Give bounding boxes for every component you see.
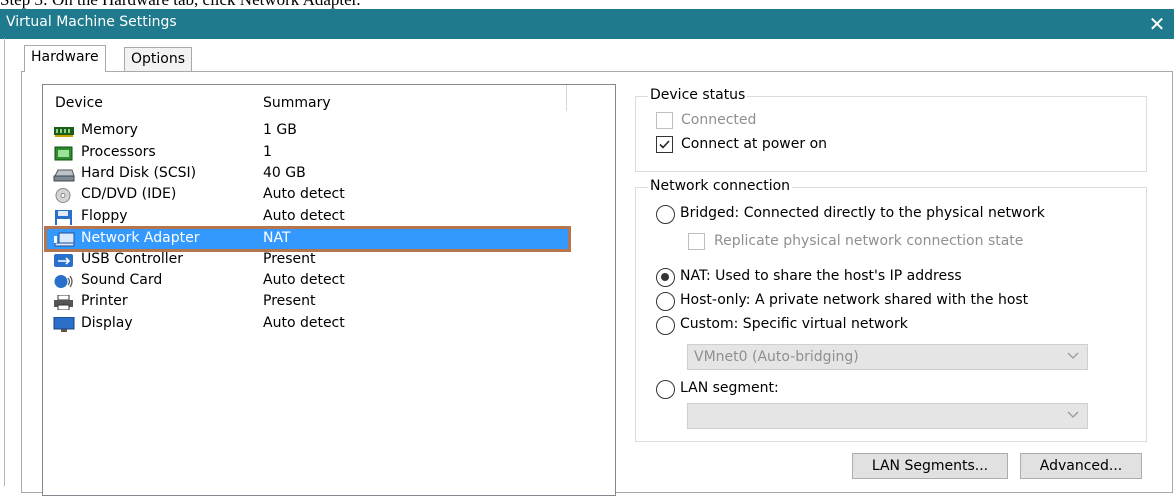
display-icon: [53, 317, 75, 332]
lan-segments-button[interactable]: LAN Segments...: [852, 453, 1008, 479]
checkmark-icon: [659, 140, 670, 149]
close-icon: ✕: [1148, 12, 1166, 36]
lan-segments-button-label: LAN Segments...: [871, 458, 989, 474]
network-adapter-icon: [54, 232, 75, 247]
device-row-network-adapter[interactable]: Network Adapter NAT: [43, 226, 615, 252]
device-row-memory[interactable]: Memory 1 GB: [43, 122, 615, 142]
device-column-header[interactable]: Device: [55, 95, 103, 111]
device-name: USB Controller: [81, 251, 184, 267]
hard-disk-icon: [53, 169, 75, 182]
device-summary: 1 GB: [263, 122, 297, 138]
device-summary: Auto detect: [263, 208, 345, 224]
nat-label: NAT: Used to share the host's IP address: [680, 268, 962, 284]
tab-options-label: Options: [131, 51, 186, 67]
cd-dvd-icon: [55, 188, 71, 203]
tab-options[interactable]: Options: [124, 47, 193, 72]
device-row-sound-card[interactable]: Sound Card Auto detect: [43, 272, 615, 292]
summary-column-header[interactable]: Summary: [263, 95, 331, 111]
replicate-checkbox[interactable]: [688, 233, 705, 250]
custom-radio[interactable]: [656, 316, 675, 335]
bridged-label: Bridged: Connected directly to the physi…: [680, 205, 1045, 221]
window-left-border: [4, 38, 5, 486]
device-row-printer[interactable]: Printer Present: [43, 293, 615, 313]
floppy-icon: [55, 210, 72, 225]
device-name: Sound Card: [81, 272, 163, 288]
nat-radio[interactable]: [656, 268, 675, 287]
device-status-label: Device status: [648, 87, 748, 103]
device-name: CD/DVD (IDE): [81, 186, 177, 202]
custom-label: Custom: Specific virtual network: [680, 316, 908, 332]
device-summary: 40 GB: [263, 165, 306, 181]
chevron-down-icon: [1067, 411, 1079, 418]
printer-icon: [54, 295, 73, 310]
tab-hardware[interactable]: Hardware: [24, 45, 106, 72]
window-title: Virtual Machine Settings: [6, 14, 177, 30]
advanced-button-label: Advanced...: [1039, 458, 1123, 474]
network-connection-group: Network connection Bridged: Connected di…: [635, 178, 1147, 442]
connect-at-power-on-label: Connect at power on: [681, 136, 828, 152]
host-only-label: Host-only: A private network shared with…: [680, 292, 1029, 308]
network-connection-label: Network connection: [648, 178, 793, 194]
device-row-usb-controller[interactable]: USB Controller Present: [43, 251, 615, 271]
device-name: Processors: [81, 144, 156, 160]
custom-network-value: VMnet0 (Auto-bridging): [694, 349, 859, 365]
replicate-label: Replicate physical network connection st…: [714, 233, 1024, 249]
device-name: Floppy: [81, 208, 128, 224]
host-only-radio[interactable]: [656, 292, 675, 311]
device-summary: Present: [263, 293, 316, 309]
processor-icon: [54, 146, 73, 161]
sound-card-icon: [54, 275, 73, 288]
device-list[interactable]: Device Summary Memory 1 GB Processors 1 …: [42, 84, 616, 496]
device-summary: NAT: [263, 230, 291, 246]
device-row-hard-disk[interactable]: Hard Disk (SCSI) 40 GB: [43, 165, 615, 185]
connect-at-power-on-checkbox[interactable]: [656, 136, 673, 153]
lan-segment-dropdown[interactable]: [687, 403, 1088, 429]
device-summary: Auto detect: [263, 315, 345, 331]
connected-checkbox[interactable]: [656, 112, 673, 129]
device-name: Printer: [81, 293, 128, 309]
chevron-down-icon: [1067, 352, 1079, 359]
custom-network-dropdown[interactable]: VMnet0 (Auto-bridging): [687, 344, 1088, 370]
device-row-floppy[interactable]: Floppy Auto detect: [43, 208, 615, 228]
lan-segment-radio[interactable]: [656, 380, 675, 399]
memory-icon: [54, 127, 74, 137]
tab-hardware-label: Hardware: [31, 49, 99, 65]
device-summary: Auto detect: [263, 272, 345, 288]
step-instruction-text: Step 3: On the Hardware tab, click Netwo…: [0, 0, 361, 9]
lan-segment-label: LAN segment:: [680, 380, 779, 396]
device-row-processors[interactable]: Processors 1: [43, 144, 615, 164]
connected-label: Connected: [681, 112, 757, 128]
usb-icon: [54, 254, 73, 267]
device-summary: Auto detect: [263, 186, 345, 202]
close-button[interactable]: ✕: [1144, 11, 1170, 37]
device-name: Memory: [81, 122, 138, 138]
device-status-group: Device status Connected Connect at power…: [635, 87, 1147, 172]
device-name: Network Adapter: [81, 230, 200, 246]
bridged-radio[interactable]: [656, 205, 675, 224]
device-name: Display: [81, 315, 133, 331]
device-summary: 1: [263, 144, 272, 160]
title-bar: Virtual Machine Settings ✕: [0, 9, 1174, 39]
device-name: Hard Disk (SCSI): [81, 165, 197, 181]
column-separator: [566, 85, 567, 111]
device-row-cd-dvd[interactable]: CD/DVD (IDE) Auto detect: [43, 186, 615, 206]
device-summary: Present: [263, 251, 316, 267]
device-row-display[interactable]: Display Auto detect: [43, 315, 615, 335]
advanced-button[interactable]: Advanced...: [1020, 453, 1142, 479]
